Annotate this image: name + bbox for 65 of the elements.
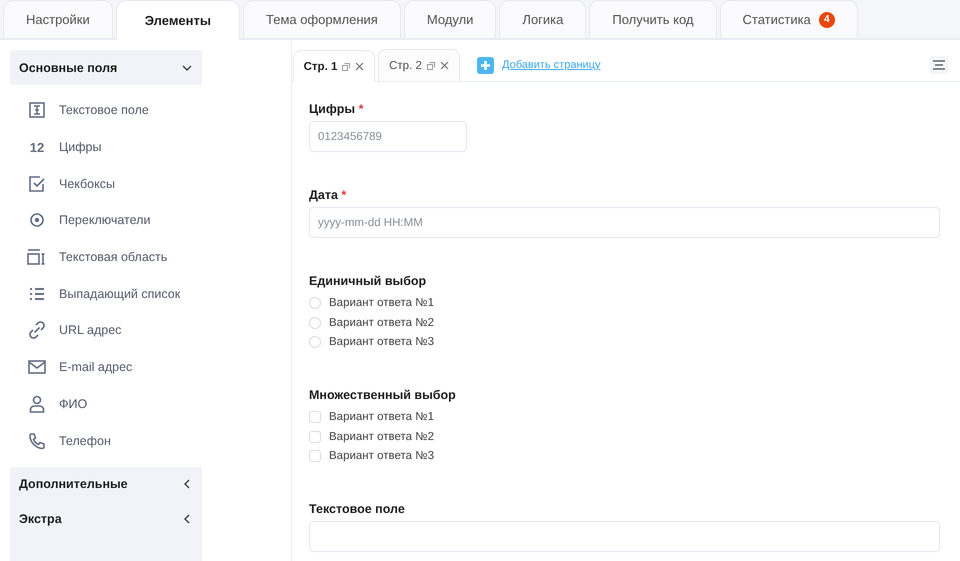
radio-button[interactable] bbox=[309, 296, 321, 309]
option-label: Вариант ответа №3 bbox=[329, 450, 434, 462]
page-tab[interactable]: Стр. 2 bbox=[378, 49, 460, 81]
sidebar-item[interactable]: Чекбоксы bbox=[10, 165, 202, 202]
page-tab[interactable]: Стр. 1 bbox=[293, 50, 375, 82]
tab[interactable]: Получить код bbox=[589, 0, 717, 38]
field-label: Текстовое поле bbox=[309, 502, 406, 516]
option-label: Вариант ответа №3 bbox=[329, 336, 434, 348]
sidebar-item[interactable]: Выпадающий список bbox=[10, 275, 202, 312]
radio-button[interactable] bbox=[309, 316, 321, 329]
close-icon[interactable] bbox=[440, 61, 449, 70]
checkbox[interactable] bbox=[309, 410, 321, 423]
checkbox-icon bbox=[28, 174, 46, 193]
field-label: Цифры * bbox=[309, 102, 364, 116]
chevron-left-icon bbox=[182, 479, 192, 490]
number-icon: 12 bbox=[27, 140, 47, 155]
option-label: Вариант ответа №2 bbox=[329, 430, 434, 443]
link-icon bbox=[28, 321, 46, 340]
count-badge: 4 bbox=[818, 12, 835, 28]
tab[interactable]: Модули bbox=[404, 0, 496, 38]
tab[interactable]: Тема оформления bbox=[243, 0, 401, 38]
tab[interactable]: Статистика 4 bbox=[720, 0, 858, 38]
option-label: Вариант ответа №2 bbox=[329, 316, 434, 329]
list-icon bbox=[29, 286, 45, 301]
text-field-icon bbox=[28, 101, 46, 120]
sidebar-item[interactable]: Текстовое поле bbox=[10, 92, 202, 129]
sidebar-item[interactable]: Телефон bbox=[10, 422, 202, 459]
tab[interactable]: Элементы bbox=[116, 0, 240, 40]
tab[interactable]: Настройки bbox=[3, 0, 113, 38]
sidebar-item[interactable]: URL адрес bbox=[10, 312, 202, 349]
copy-icon[interactable] bbox=[426, 62, 435, 70]
plus-icon[interactable] bbox=[477, 56, 494, 74]
envelope-icon bbox=[28, 360, 46, 374]
sidebar-item[interactable]: E-mail адрес bbox=[10, 348, 202, 386]
checkbox[interactable] bbox=[309, 430, 321, 443]
sidebar-item[interactable]: 12 Цифры bbox=[10, 128, 202, 166]
chevron-down-icon bbox=[182, 62, 192, 72]
sidebar-item[interactable]: ФИО bbox=[10, 386, 202, 422]
section-title: Основные поля bbox=[19, 60, 118, 74]
text-area-icon bbox=[27, 248, 47, 266]
input-field[interactable]: 0123456789 bbox=[309, 121, 467, 152]
chevron-left-icon bbox=[182, 514, 192, 524]
sidebar-item[interactable]: Переключатели bbox=[10, 202, 202, 239]
tab[interactable]: Логика bbox=[499, 0, 586, 38]
checkbox[interactable] bbox=[309, 450, 321, 462]
copy-icon[interactable] bbox=[342, 62, 350, 70]
field-label: Дата * bbox=[309, 188, 348, 202]
section-title: Дополнительные bbox=[19, 477, 128, 492]
person-icon bbox=[29, 394, 45, 413]
menu-button[interactable] bbox=[930, 56, 948, 74]
phone-icon bbox=[28, 432, 46, 450]
radio-icon bbox=[29, 212, 45, 228]
section-title: Экстра bbox=[19, 512, 62, 526]
section-header[interactable]: Дополнительные bbox=[10, 466, 202, 502]
option-label: Вариант ответа №1 bbox=[329, 410, 434, 423]
radio-button[interactable] bbox=[309, 336, 321, 348]
section-header[interactable]: Основные поля bbox=[10, 50, 202, 85]
field-label: Единичный выбор bbox=[309, 274, 428, 288]
input-field[interactable] bbox=[309, 521, 940, 552]
field-label: Множественный выбор bbox=[309, 388, 457, 402]
close-icon[interactable] bbox=[355, 62, 364, 71]
sidebar-item[interactable]: Текстовая область bbox=[10, 238, 202, 276]
input-field[interactable]: yyyy-mm-dd HH:MM bbox=[309, 207, 940, 238]
section-header[interactable]: Экстра bbox=[10, 502, 202, 537]
option-label: Вариант ответа №1 bbox=[329, 296, 434, 309]
